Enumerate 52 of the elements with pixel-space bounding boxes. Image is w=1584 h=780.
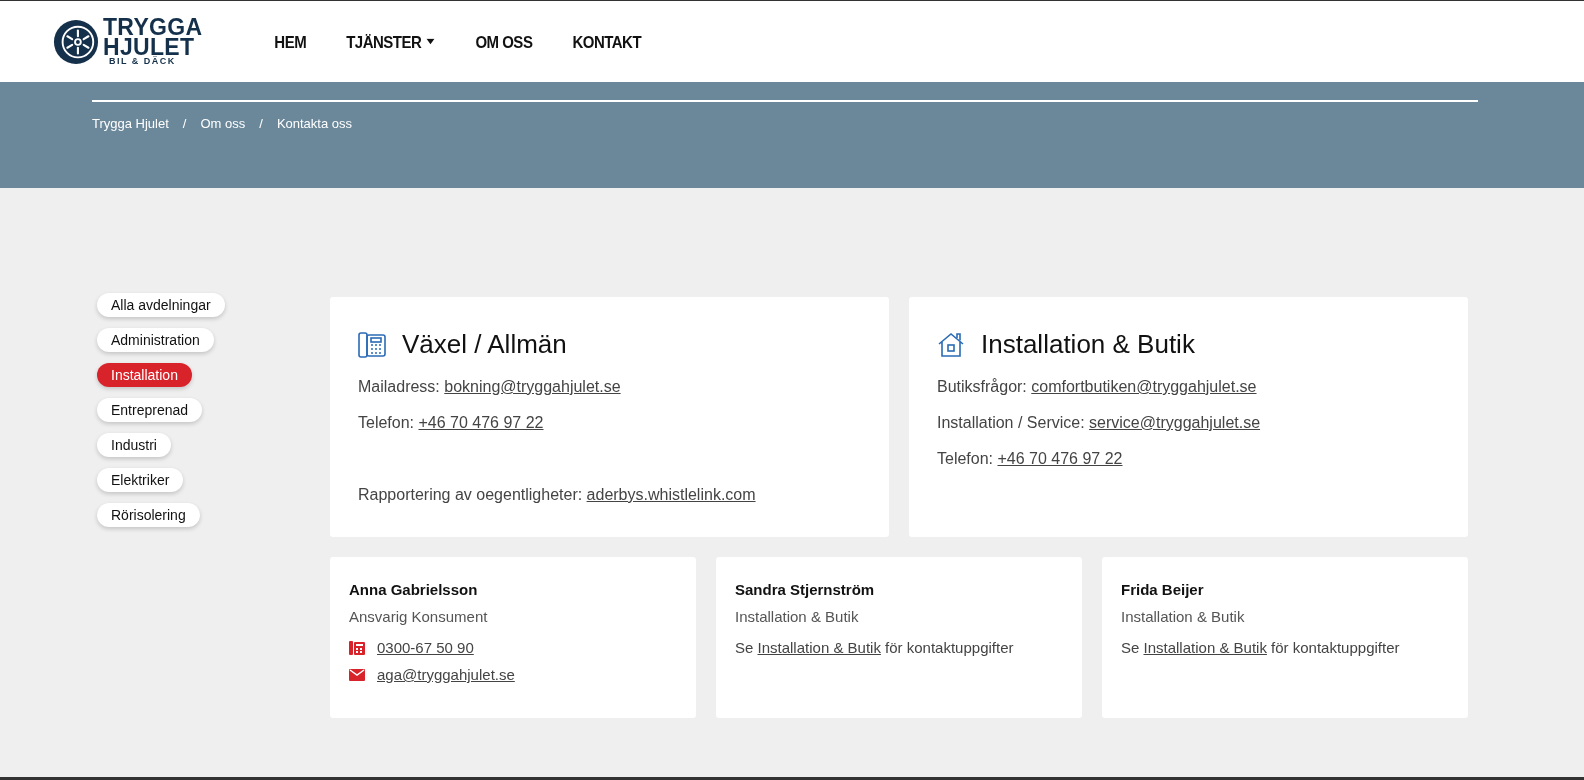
filter-chip[interactable]: Alla avdelningar (97, 293, 225, 317)
person-name: Anna Gabrielsson (349, 581, 479, 598)
contact-line: Mailadress: bokning@tryggahjulet.se (358, 378, 622, 396)
contact-link[interactable]: comfortbutiken@tryggahjulet.se (1031, 378, 1257, 395)
breadcrumb-link[interactable]: Trygga Hjulet (92, 116, 169, 131)
contact-link[interactable]: 0300-67 50 90 (377, 639, 474, 656)
contact-line: Installation / Service: service@tryggahjulet.se (937, 414, 1262, 432)
contact-link[interactable]: aga@tryggahjulet.se (377, 666, 515, 683)
contact-link[interactable]: Installation & Butik (757, 639, 881, 656)
person-role: Ansvarig Konsument (349, 608, 489, 625)
person-role: Installation & Butik (735, 608, 860, 625)
contact-link[interactable]: service@tryggahjulet.se (1089, 414, 1261, 431)
filter-chip[interactable]: Elektriker (97, 468, 184, 492)
person-name: Sandra Stjernström (735, 581, 876, 598)
caret-icon (426, 38, 436, 45)
site-logo[interactable]: TRYGGA HJULET BIL & DÄCK (53, 17, 203, 66)
nav-link[interactable]: OM OSS (475, 31, 533, 52)
card-title: Växel / Allmän (402, 329, 567, 360)
desk-phone-icon (358, 331, 386, 358)
contact-line: Rapportering av oegentligheter: aderbys.whistlelink.com (358, 485, 757, 504)
logo-text: TRYGGA (103, 17, 203, 37)
nav-link[interactable]: HEM (274, 31, 307, 52)
filter-chip[interactable]: Installation (97, 363, 192, 387)
contact-link[interactable]: +46 70 476 97 22 (997, 450, 1123, 467)
phone-icon (349, 640, 365, 655)
wheel-icon (53, 18, 99, 65)
logo-tagline: BIL & DÄCK (109, 57, 176, 66)
breadcrumb-link[interactable]: Kontakta oss (276, 116, 353, 131)
person-role: Installation & Butik (1121, 608, 1246, 625)
contact-note: Se Installation & Butik för kontaktuppgifter (1121, 639, 1401, 656)
breadcrumb-separator: / (259, 116, 263, 131)
contact-link[interactable]: bokning@tryggahjulet.se (444, 378, 621, 395)
card-title: Installation & Butik (981, 329, 1195, 360)
contact-link[interactable]: aderbys.whistlelink.com (586, 486, 756, 503)
contact-link[interactable]: +46 70 476 97 22 (418, 414, 544, 431)
contact-line: Telefon: +46 70 476 97 22 (358, 414, 545, 432)
filter-chip[interactable]: Industri (97, 433, 171, 457)
filter-chip[interactable]: Rörisolering (97, 503, 200, 527)
house-icon (937, 331, 965, 358)
breadcrumb-link[interactable]: Om oss (200, 116, 246, 131)
breadcrumb-separator: / (182, 116, 187, 131)
logo-text: HJULET (103, 37, 195, 57)
nav-link[interactable]: TJÄNSTER (346, 31, 436, 52)
contact-note: Se Installation & Butik för kontaktuppgifter (735, 639, 1015, 656)
contact-line: Butiksfrågor: comfortbutiken@tryggahjulet.se (937, 378, 1258, 396)
contact-link[interactable]: Installation & Butik (1143, 639, 1267, 656)
filter-chip[interactable]: Administration (97, 328, 214, 352)
contact-line: Telefon: +46 70 476 97 22 (937, 450, 1124, 468)
filter-chip[interactable]: Entreprenad (97, 398, 203, 422)
person-name: Frida Beijer (1121, 581, 1205, 598)
envelope-icon (349, 668, 365, 681)
nav-link[interactable]: KONTAKT (572, 31, 642, 52)
